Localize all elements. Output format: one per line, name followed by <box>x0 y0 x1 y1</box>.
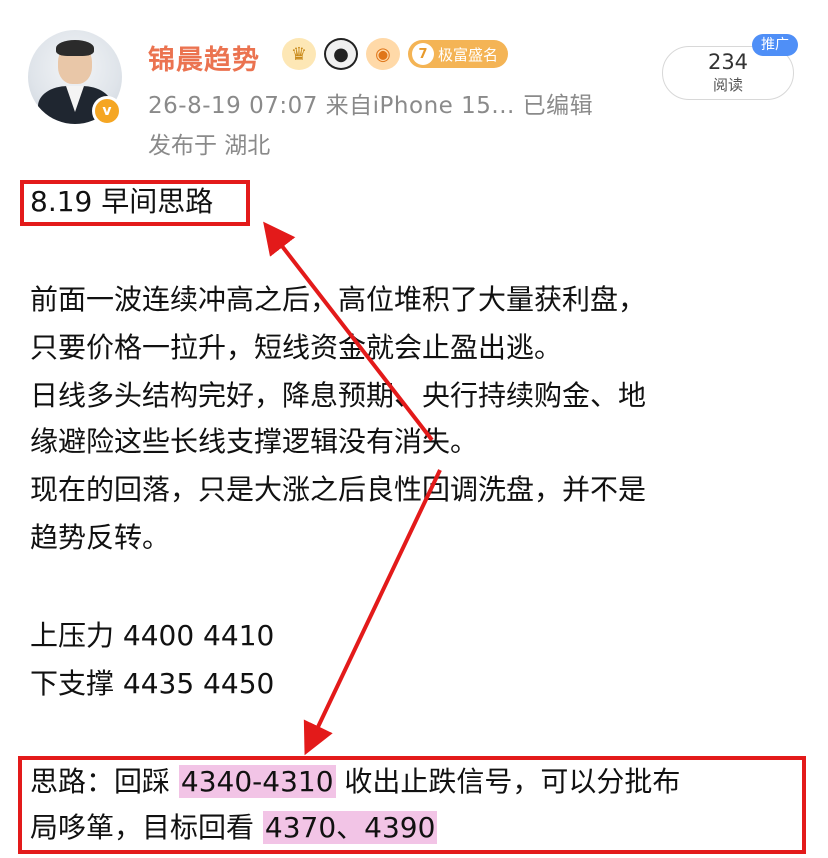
arrow-to-title <box>263 221 434 442</box>
annotation-arrows <box>263 221 442 756</box>
arrow-to-strategy <box>303 469 442 756</box>
